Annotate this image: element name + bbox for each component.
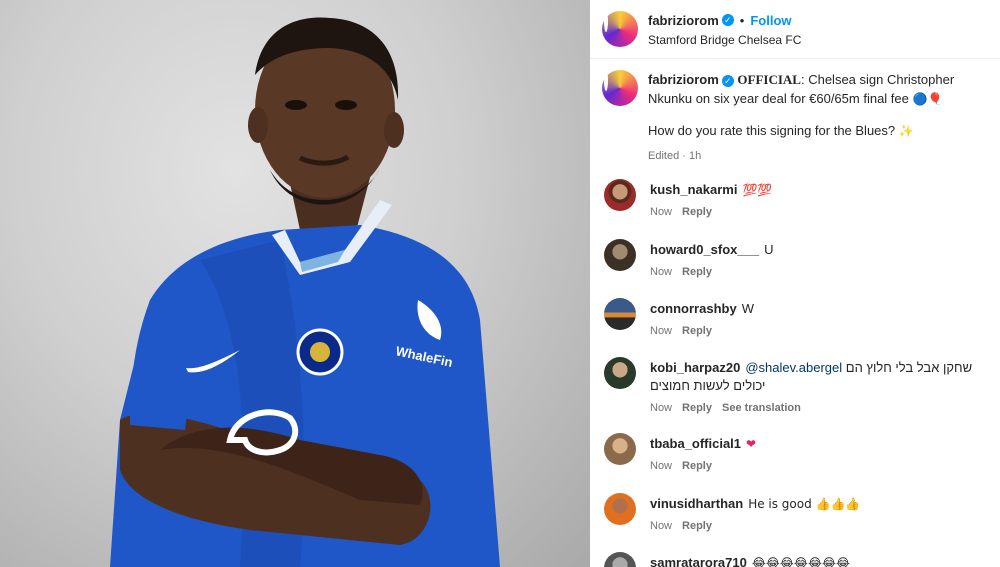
caption-author-avatar[interactable] — [602, 70, 638, 106]
header-divider — [590, 58, 1000, 59]
player-photo: WhaleFin — [110, 17, 500, 567]
comment-item: samratarora710 😂😂😂😂😂😂😂 — [604, 552, 989, 567]
edited-label: Edited — [648, 150, 680, 162]
comment-text: U — [764, 242, 774, 257]
follow-button[interactable]: Follow — [750, 13, 791, 28]
comment-item: howard0_sfox___ U Now Reply — [604, 239, 989, 278]
comment-text: W — [741, 301, 754, 316]
comment-time: Now — [650, 402, 673, 414]
reply-button[interactable]: Reply — [682, 402, 712, 414]
post-frame: WhaleFin fabriziorom ✓ • Follow Stamford Br… — [0, 0, 1000, 567]
commenter-avatar[interactable] — [604, 552, 636, 567]
caption-emojis: 🔵🎈 — [912, 92, 943, 106]
reply-button[interactable]: Reply — [682, 206, 712, 218]
commenter-username[interactable]: connorrashby — [650, 301, 737, 316]
commenter-avatar[interactable] — [604, 433, 636, 465]
separator-dot: • — [739, 12, 745, 28]
caption-username[interactable]: fabriziorom — [648, 72, 719, 87]
comment-time: Now — [650, 460, 673, 472]
author-username[interactable]: fabriziorom — [648, 13, 719, 28]
heart-icon: ❤ — [746, 437, 757, 451]
commenter-username[interactable]: samratarora710 — [650, 555, 747, 567]
comment-time: Now — [650, 325, 673, 337]
caption-question: How do you rate this signing for the Blu… — [648, 123, 896, 138]
commenter-username[interactable]: kobi_harpaz20 — [650, 360, 740, 375]
commenter-username[interactable]: howard0_sfox___ — [650, 242, 759, 257]
comment-time: Now — [650, 206, 673, 218]
comment-item: kobi_harpaz20 @shalev.abergel שחקן אבל בל… — [604, 357, 989, 414]
comment-mention[interactable]: @shalev.abergel — [745, 360, 842, 375]
post-caption: fabriziorom ✓ OFFICIAL: Chelsea sign Chri… — [602, 70, 992, 166]
caption-time: 1h — [688, 150, 702, 162]
commenter-username[interactable]: kush_nakarmi — [650, 182, 737, 197]
commenter-username[interactable]: vinusidharthan — [650, 496, 743, 511]
caption-verified-icon: ✓ — [721, 74, 734, 87]
caption-bold: OFFICIAL — [737, 72, 801, 87]
comments-panel: fabriziorom ✓ • Follow Stamford Bridge Chel… — [590, 0, 1000, 567]
comment-item: kush_nakarmi 💯💯 Now Reply — [604, 179, 989, 218]
comment-time: Now — [650, 266, 673, 278]
comment-item: connorrashby W Now Reply — [604, 298, 989, 337]
sparkles-icon: ✨ — [898, 124, 914, 138]
comment-item: vinusidharthan He is good 👍👍👍 Now Reply — [604, 493, 989, 532]
commenter-avatar[interactable] — [604, 357, 636, 389]
see-translation-button[interactable]: See translation — [722, 402, 801, 414]
reply-button[interactable]: Reply — [682, 460, 712, 472]
post-image[interactable]: WhaleFin — [0, 0, 590, 567]
comment-text: 💯💯 — [742, 183, 773, 197]
author-avatar[interactable] — [602, 11, 638, 47]
comment-text: He is good 👍👍👍 — [748, 497, 861, 511]
comment-item: tbaba_official1 ❤ Now Reply — [604, 433, 989, 472]
reply-button[interactable]: Reply — [682, 520, 712, 532]
commenter-avatar[interactable] — [604, 179, 636, 211]
commenter-avatar[interactable] — [604, 239, 636, 271]
reply-button[interactable]: Reply — [682, 325, 712, 337]
location-link[interactable]: Stamford Bridge Chelsea FC — [648, 33, 801, 47]
reply-button[interactable]: Reply — [682, 266, 712, 278]
commenter-avatar[interactable] — [604, 493, 636, 525]
commenter-avatar[interactable] — [604, 298, 636, 330]
comment-time: Now — [650, 520, 673, 532]
post-header: fabriziorom ✓ • Follow Stamford Bridge Chel… — [590, 0, 1000, 58]
commenter-username[interactable]: tbaba_official1 — [650, 436, 741, 451]
comment-text: 😂😂😂😂😂😂😂 — [751, 556, 851, 567]
verified-badge-icon: ✓ — [721, 14, 734, 27]
